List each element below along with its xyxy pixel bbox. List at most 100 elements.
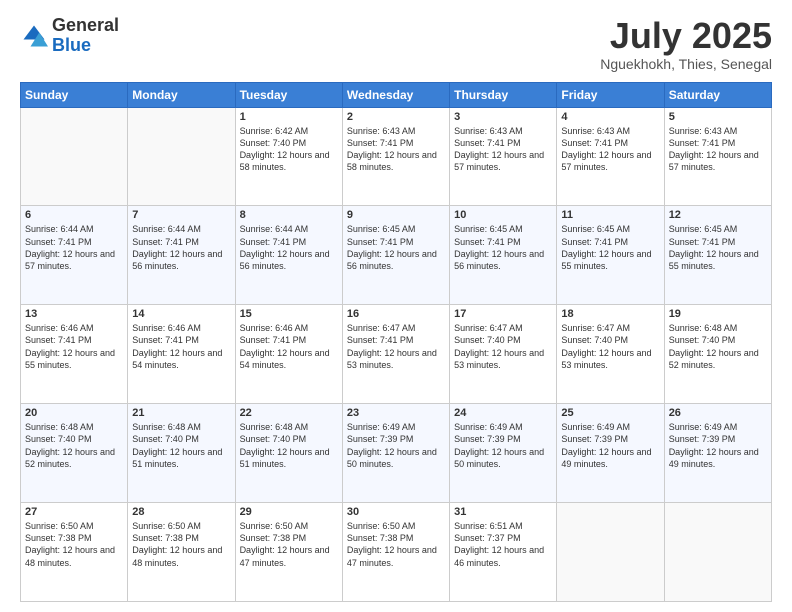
calendar-day-cell: 28 Sunrise: 6:50 AM Sunset: 7:38 PM Dayli… [128,503,235,602]
calendar-day-cell: 15Sunrise: 6:46 AM Sunset: 7:41 PM Dayli… [235,305,342,404]
day-number: 27 [25,506,123,518]
day-number: 11 [561,209,659,221]
calendar-day-cell [557,503,664,602]
calendar-day-cell: 7Sunrise: 6:44 AM Sunset: 7:41 PM Daylig… [128,206,235,305]
calendar-day-cell [664,503,771,602]
calendar-day-cell: 12 Sunrise: 6:45 AM Sunset: 7:41 PM Dayli… [664,206,771,305]
day-number: 12 [669,209,767,221]
calendar-header-wednesday: Wednesday [342,82,449,107]
day-number: 14 [132,308,230,320]
calendar-day-cell: 24Sunrise: 6:49 AM Sunset: 7:39 PM Dayli… [450,404,557,503]
calendar-day-cell: 13Sunrise: 6:46 AM Sunset: 7:41 PM Dayli… [21,305,128,404]
day-info: Sunrise: 6:50 AM Sunset: 7:38 PM Dayligh… [132,520,230,569]
calendar-day-cell: 26Sunrise: 6:49 AM Sunset: 7:39 PM Dayli… [664,404,771,503]
day-number: 17 [454,308,552,320]
day-number: 31 [454,506,552,518]
day-number: 30 [347,506,445,518]
day-info: Sunrise: 6:49 AM Sunset: 7:39 PM Dayligh… [561,421,659,470]
day-info: Sunrise: 6:46 AM Sunset: 7:41 PM Dayligh… [132,322,230,371]
day-info: Sunrise: 6:44 AM Sunset: 7:41 PM Dayligh… [132,223,230,272]
day-info: Sunrise: 6:45 AM Sunset: 7:41 PM Dayligh… [561,223,659,272]
day-info: Sunrise: 6:51 AM Sunset: 7:37 PM Dayligh… [454,520,552,569]
calendar-day-cell: 17 Sunrise: 6:47 AM Sunset: 7:40 PM Dayli… [450,305,557,404]
calendar-week-3: 13 Sunrise: 6:46 AM Sunset: 7:41 PM Dayli… [21,305,772,404]
calendar-day-cell: 19Sunrise: 6:48 AM Sunset: 7:40 PM Dayli… [664,305,771,404]
calendar-day-cell: 6 Sunrise: 6:44 AM Sunset: 7:41 PM Daylig… [21,206,128,305]
day-number: 24 [454,407,552,419]
location-subtitle: Nguekhokh, Thies, Senegal [600,56,772,72]
day-info: Sunrise: 6:44 AM Sunset: 7:41 PM Dayligh… [25,223,123,272]
calendar-day-cell: 5 Sunrise: 6:43 AM Sunset: 7:41 PM Daylig… [664,107,771,206]
calendar-week-4: 20 Sunrise: 6:48 AM Sunset: 7:40 PM Dayli… [21,404,772,503]
calendar-day-cell: 3 Sunrise: 6:43 AM Sunset: 7:41 PM Daylig… [450,107,557,206]
calendar-header-friday: Friday [557,82,664,107]
day-info: Sunrise: 6:50 AM Sunset: 7:38 PM Dayligh… [347,520,445,569]
calendar-day-cell: 10 Sunrise: 6:45 AM Sunset: 7:41 PM Dayli… [450,206,557,305]
day-info: Sunrise: 6:45 AM Sunset: 7:41 PM Dayligh… [454,223,552,272]
day-info: Sunrise: 6:46 AM Sunset: 7:41 PM Dayligh… [240,322,338,371]
day-info: Sunrise: 6:43 AM Sunset: 7:41 PM Dayligh… [454,125,552,174]
day-number: 25 [561,407,659,419]
day-info: Sunrise: 6:45 AM Sunset: 7:41 PM Dayligh… [347,223,445,272]
calendar-day-cell: 27 Sunrise: 6:50 AM Sunset: 7:38 PM Dayli… [21,503,128,602]
calendar-day-cell: 22Sunrise: 6:48 AM Sunset: 7:40 PM Dayli… [235,404,342,503]
calendar-week-5: 27 Sunrise: 6:50 AM Sunset: 7:38 PM Dayli… [21,503,772,602]
day-number: 16 [347,308,445,320]
day-number: 4 [561,111,659,123]
day-number: 1 [240,111,338,123]
day-info: Sunrise: 6:49 AM Sunset: 7:39 PM Dayligh… [347,421,445,470]
day-info: Sunrise: 6:42 AM Sunset: 7:40 PM Dayligh… [240,125,338,174]
calendar-day-cell: 2 Sunrise: 6:43 AM Sunset: 7:41 PM Daylig… [342,107,449,206]
calendar-header-thursday: Thursday [450,82,557,107]
day-info: Sunrise: 6:48 AM Sunset: 7:40 PM Dayligh… [25,421,123,470]
day-number: 9 [347,209,445,221]
day-number: 10 [454,209,552,221]
calendar-day-cell [21,107,128,206]
calendar-header-tuesday: Tuesday [235,82,342,107]
day-info: Sunrise: 6:43 AM Sunset: 7:41 PM Dayligh… [347,125,445,174]
day-info: Sunrise: 6:50 AM Sunset: 7:38 PM Dayligh… [240,520,338,569]
calendar-day-cell: 20 Sunrise: 6:48 AM Sunset: 7:40 PM Dayli… [21,404,128,503]
calendar-day-cell: 18Sunrise: 6:47 AM Sunset: 7:40 PM Dayli… [557,305,664,404]
day-info: Sunrise: 6:50 AM Sunset: 7:38 PM Dayligh… [25,520,123,569]
day-info: Sunrise: 6:47 AM Sunset: 7:40 PM Dayligh… [454,322,552,371]
month-title: July 2025 [600,16,772,56]
day-number: 13 [25,308,123,320]
calendar-day-cell: 16 Sunrise: 6:47 AM Sunset: 7:41 PM Dayli… [342,305,449,404]
day-info: Sunrise: 6:47 AM Sunset: 7:41 PM Dayligh… [347,322,445,371]
day-info: Sunrise: 6:47 AM Sunset: 7:40 PM Dayligh… [561,322,659,371]
day-info: Sunrise: 6:48 AM Sunset: 7:40 PM Dayligh… [132,421,230,470]
calendar-week-1: 1 Sunrise: 6:42 AM Sunset: 7:40 PM Daylig… [21,107,772,206]
day-info: Sunrise: 6:48 AM Sunset: 7:40 PM Dayligh… [240,421,338,470]
day-number: 19 [669,308,767,320]
day-number: 21 [132,407,230,419]
calendar-day-cell: 1 Sunrise: 6:42 AM Sunset: 7:40 PM Daylig… [235,107,342,206]
day-number: 20 [25,407,123,419]
day-number: 28 [132,506,230,518]
calendar-table: SundayMondayTuesdayWednesdayThursdayFrid… [20,82,772,602]
calendar-day-cell: 21 Sunrise: 6:48 AM Sunset: 7:40 PM Dayli… [128,404,235,503]
title-block: July 2025 Nguekhokh, Thies, Senegal [600,16,772,72]
calendar-week-2: 6 Sunrise: 6:44 AM Sunset: 7:41 PM Daylig… [21,206,772,305]
page-header: General Blue July 2025 Nguekhokh, Thies,… [20,16,772,72]
day-info: Sunrise: 6:43 AM Sunset: 7:41 PM Dayligh… [669,125,767,174]
calendar-day-cell: 29 Sunrise: 6:50 AM Sunset: 7:38 PM Dayli… [235,503,342,602]
day-number: 5 [669,111,767,123]
logo: General Blue [20,16,119,56]
calendar-header-monday: Monday [128,82,235,107]
day-number: 8 [240,209,338,221]
logo-icon [20,22,48,50]
day-number: 6 [25,209,123,221]
calendar-header-sunday: Sunday [21,82,128,107]
calendar-day-cell: 14 Sunrise: 6:46 AM Sunset: 7:41 PM Dayli… [128,305,235,404]
calendar-header-saturday: Saturday [664,82,771,107]
day-number: 23 [347,407,445,419]
day-number: 2 [347,111,445,123]
day-number: 3 [454,111,552,123]
calendar-day-cell: 9 Sunrise: 6:45 AM Sunset: 7:41 PM Daylig… [342,206,449,305]
calendar-day-cell: 31 Sunrise: 6:51 AM Sunset: 7:37 PM Dayli… [450,503,557,602]
day-info: Sunrise: 6:45 AM Sunset: 7:41 PM Dayligh… [669,223,767,272]
logo-blue-text: Blue [52,35,91,55]
day-number: 29 [240,506,338,518]
day-info: Sunrise: 6:43 AM Sunset: 7:41 PM Dayligh… [561,125,659,174]
